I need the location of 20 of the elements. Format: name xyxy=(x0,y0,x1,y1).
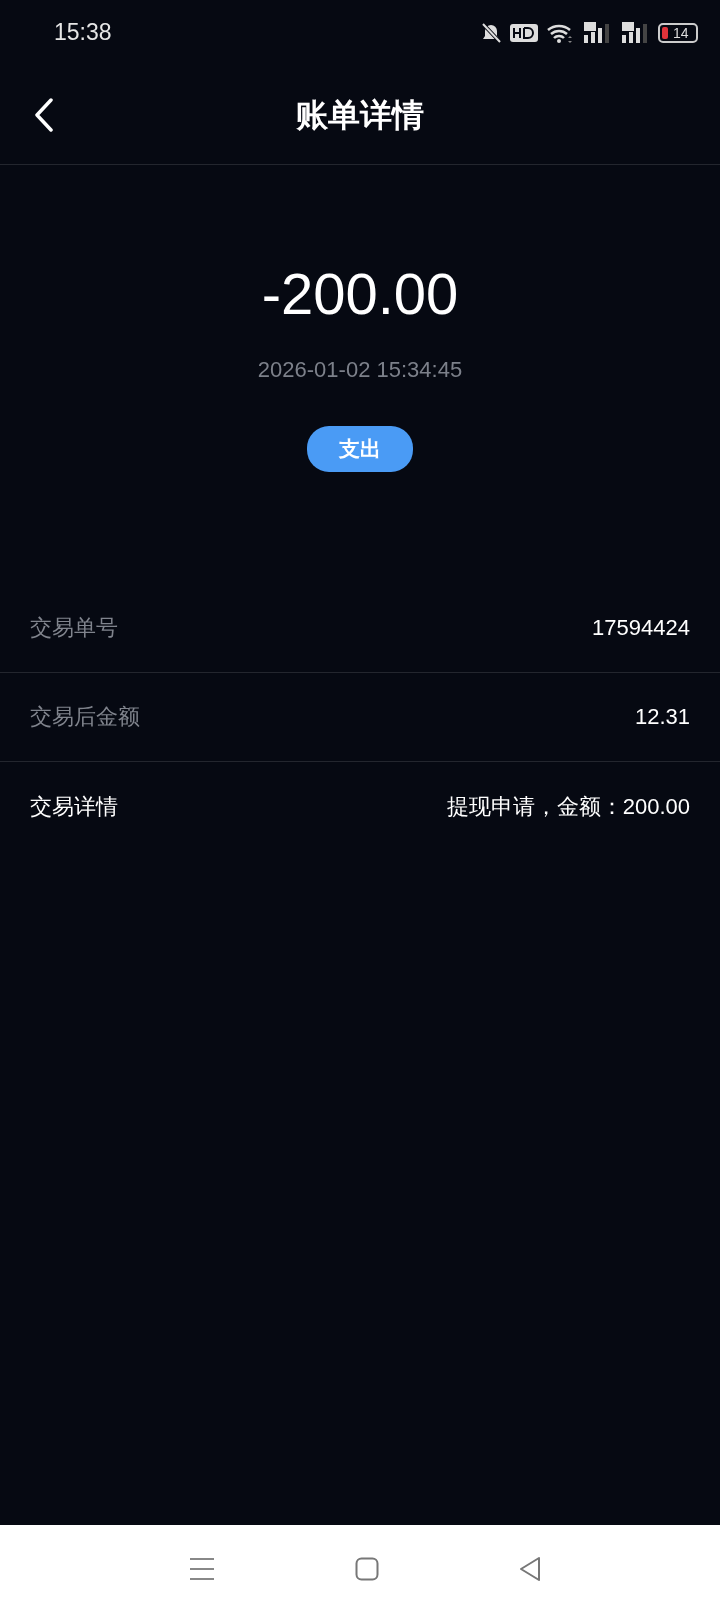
detail-label: 交易单号 xyxy=(30,614,118,642)
home-square-icon[interactable] xyxy=(355,1556,379,1581)
detail-value: 提现申请，金额：200.00 xyxy=(446,792,690,821)
type-badge: 支出 xyxy=(307,426,413,472)
signal-icon xyxy=(620,20,650,45)
page-title: 账单详情 xyxy=(296,95,424,135)
transaction-time: 2026-01-02 15:34:45 xyxy=(257,356,463,384)
back-triangle-icon[interactable] xyxy=(519,1555,541,1582)
signal-icon xyxy=(582,20,612,45)
detail-label: 交易详情 xyxy=(30,792,118,821)
detail-value: 12.31 xyxy=(634,703,690,731)
back-button[interactable] xyxy=(34,97,54,132)
amount: -200.00 xyxy=(261,265,459,323)
hd-icon xyxy=(510,22,538,43)
detail-label: 交易后金额 xyxy=(30,703,140,731)
battery-icon: 14 xyxy=(658,22,698,43)
status-time: 15:38 xyxy=(54,18,112,48)
detail-value: 17594424 xyxy=(592,614,690,642)
bell-muted-icon xyxy=(480,21,502,44)
menu-icon[interactable] xyxy=(189,1556,215,1581)
